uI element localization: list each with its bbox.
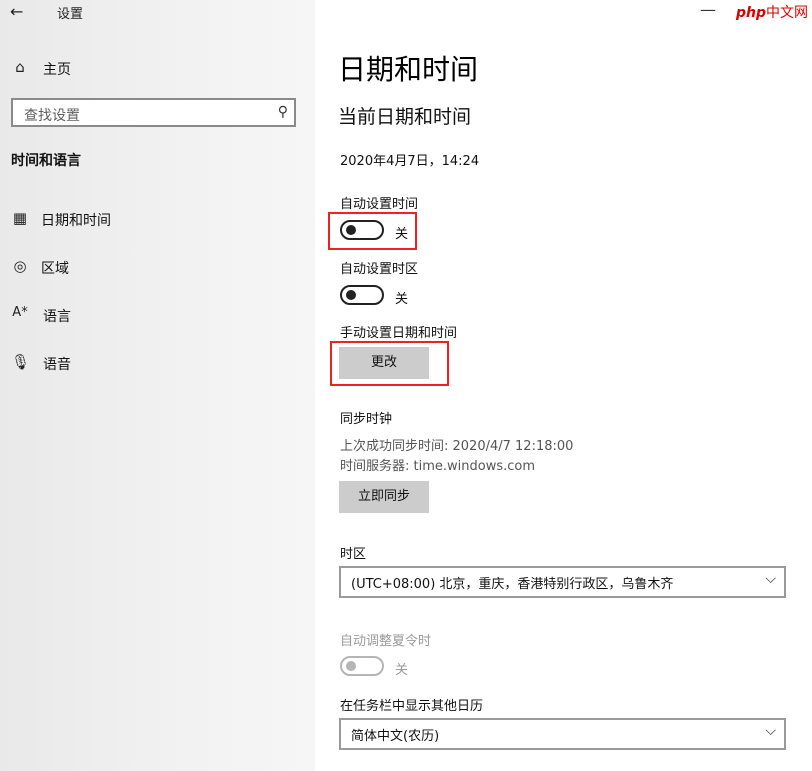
page-title: 日期和时间 bbox=[338, 53, 479, 86]
site-logo: php中文网 bbox=[735, 5, 808, 21]
time-server-text: 时间服务器: time.windows.com bbox=[340, 459, 536, 474]
auto-timezone-toggle[interactable] bbox=[340, 285, 384, 305]
sidebar: ← 设置 ⌂ 主页 查找设置 ⚲ 时间和语言 ▦ 日期和时间 ◎ 区域 A* 语… bbox=[0, 0, 315, 771]
chevron-down-icon: ⌵ bbox=[765, 723, 776, 739]
dst-toggle[interactable] bbox=[340, 656, 384, 676]
window-title: 设置 bbox=[57, 7, 84, 22]
search-icon: ⚲ bbox=[277, 104, 288, 120]
globe-icon: ◎ bbox=[13, 257, 27, 275]
back-arrow-icon[interactable]: ← bbox=[10, 2, 23, 21]
section-subtitle: 当前日期和时间 bbox=[338, 106, 472, 128]
toggle-knob bbox=[346, 661, 356, 671]
sync-now-button[interactable]: 立即同步 bbox=[339, 481, 429, 513]
timezone-label: 时区 bbox=[340, 547, 367, 562]
section-title: 时间和语言 bbox=[11, 153, 81, 169]
calendar-value: 简体中文(农历) bbox=[351, 729, 440, 744]
change-button[interactable]: 更改 bbox=[339, 347, 429, 379]
sidebar-item-label: 主页 bbox=[43, 62, 71, 78]
chevron-down-icon: ⌵ bbox=[765, 571, 776, 587]
language-icon: A* bbox=[12, 305, 28, 320]
minimize-icon[interactable]: — bbox=[700, 0, 716, 19]
extra-calendar-select[interactable]: 简体中文(农历) ⌵ bbox=[339, 718, 786, 750]
auto-time-label: 自动设置时间 bbox=[340, 197, 419, 212]
sidebar-item-label: 语音 bbox=[43, 357, 71, 373]
timezone-value: (UTC+08:00) 北京，重庆，香港特别行政区，乌鲁木齐 bbox=[351, 577, 674, 592]
current-datetime: 2020年4月7日，14:24 bbox=[340, 154, 480, 169]
dst-label: 自动调整夏令时 bbox=[340, 634, 432, 649]
dst-state: 关 bbox=[395, 663, 409, 678]
auto-timezone-label: 自动设置时区 bbox=[340, 262, 419, 277]
extra-calendar-label: 在任务栏中显示其他日历 bbox=[340, 699, 484, 714]
calendar-icon: ▦ bbox=[12, 209, 28, 227]
timezone-select[interactable]: (UTC+08:00) 北京，重庆，香港特别行政区，乌鲁木齐 ⌵ bbox=[339, 566, 786, 598]
sync-clock-label: 同步时钟 bbox=[340, 412, 393, 427]
last-sync-text: 上次成功同步时间: 2020/4/7 12:18:00 bbox=[340, 439, 574, 454]
home-icon: ⌂ bbox=[15, 58, 25, 76]
sidebar-item-label: 日期和时间 bbox=[41, 213, 111, 229]
search-placeholder: 查找设置 bbox=[24, 108, 80, 124]
auto-timezone-state: 关 bbox=[395, 292, 409, 307]
toggle-knob bbox=[346, 225, 356, 235]
auto-time-state: 关 bbox=[395, 227, 409, 242]
microphone-icon: 🎙 bbox=[11, 353, 31, 371]
sidebar-item-label: 区域 bbox=[41, 261, 69, 277]
search-input[interactable]: 查找设置 ⚲ bbox=[11, 98, 296, 127]
auto-time-toggle[interactable] bbox=[340, 220, 384, 240]
sidebar-item-label: 语言 bbox=[43, 309, 71, 325]
toggle-knob bbox=[346, 290, 356, 300]
manual-set-label: 手动设置日期和时间 bbox=[340, 326, 458, 341]
